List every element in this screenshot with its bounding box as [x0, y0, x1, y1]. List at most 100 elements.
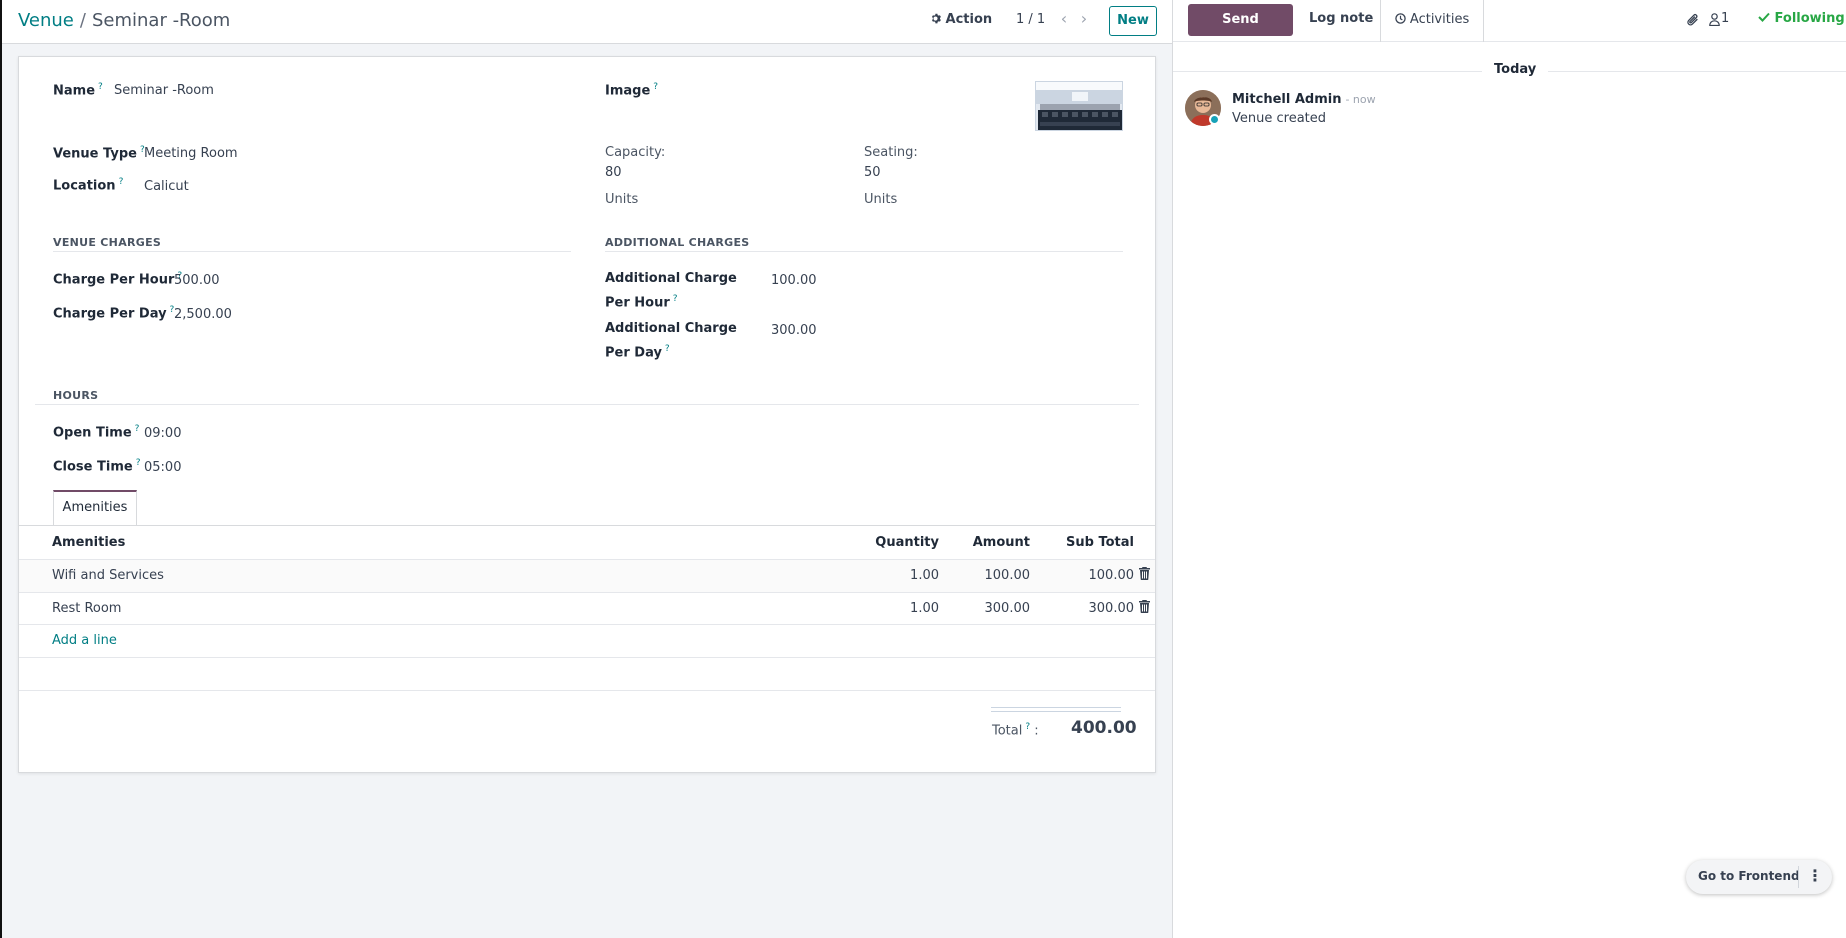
close-time-field[interactable]: 05:00 — [144, 460, 181, 475]
go-to-frontend-button[interactable]: Go to Frontend — [1698, 869, 1800, 883]
additional-charge-per-day-field[interactable]: 300.00 — [771, 323, 817, 338]
empty-row — [19, 657, 1155, 690]
followers-count[interactable]: 1 — [1721, 11, 1729, 26]
paperclip-icon[interactable] — [1686, 12, 1700, 32]
help-icon[interactable]: ? — [673, 294, 678, 304]
control-panel: Venue / Seminar -Room Action 1 / 1 ‹ › New — [2, 0, 1172, 44]
amenity-amount: 100.00 — [984, 568, 1031, 583]
table-row[interactable]: Rest Room 1.00 300.00 300.00 — [19, 592, 1155, 625]
amenity-subtotal: 300.00 — [1088, 601, 1135, 616]
capacity-units: Units — [605, 192, 639, 207]
trash-icon[interactable] — [1139, 567, 1151, 581]
breadcrumb: Venue / Seminar -Room — [18, 10, 230, 31]
following-button[interactable]: Following — [1758, 11, 1845, 26]
gear-icon — [930, 12, 946, 27]
column-header-amenities[interactable]: Amenities — [52, 535, 125, 550]
clock-icon — [1395, 12, 1410, 27]
help-icon[interactable]: ? — [136, 458, 141, 468]
pager-value[interactable]: 1 / 1 — [1016, 12, 1045, 27]
close-time-label: Close Time? — [53, 458, 141, 475]
form-view: Name? Seminar -Room Image? Venue Type ? … — [2, 44, 1172, 938]
log-note-button[interactable]: Log note — [1309, 11, 1373, 26]
help-icon[interactable]: ? — [135, 424, 140, 434]
new-button[interactable]: New — [1109, 6, 1157, 36]
frontend-divider — [1798, 866, 1799, 888]
total-label: Total? : — [992, 722, 1039, 739]
tab-divider — [19, 525, 1155, 526]
trash-icon[interactable] — [1139, 600, 1151, 614]
hours-heading: HOURS — [53, 389, 99, 402]
column-header-amount[interactable]: Amount — [939, 535, 1030, 550]
name-label: Name? — [53, 82, 103, 99]
location-label: Location? — [53, 177, 124, 194]
message-body: Venue created — [1232, 111, 1327, 126]
venue-type-label: Venue Type? — [53, 145, 145, 162]
total-divider — [991, 707, 1121, 708]
additional-charge-per-day-label: Additional Charge Per Day? — [605, 321, 737, 361]
total-value: 400.00 — [1071, 718, 1137, 738]
additional-charges-divider — [605, 251, 1123, 252]
charge-per-day-label: Charge Per Day? — [53, 305, 175, 322]
amenity-subtotal: 100.00 — [1088, 568, 1135, 583]
column-header-subtotal[interactable]: Sub Total — [1030, 535, 1134, 550]
help-icon[interactable]: ? — [1025, 722, 1030, 732]
seating-label: Seating: — [864, 145, 918, 160]
charge-per-day-field[interactable]: 2,500.00 — [174, 307, 232, 322]
venue-image[interactable] — [1035, 81, 1123, 131]
amenity-amount: 300.00 — [984, 601, 1031, 616]
activities-label: Activities — [1409, 12, 1470, 27]
date-separator: Today — [1482, 62, 1549, 77]
additional-charge-per-hour-field[interactable]: 100.00 — [771, 273, 817, 288]
table-bottom-border — [19, 690, 1155, 691]
seating-units: Units — [864, 192, 898, 207]
additional-charge-per-hour-label: Additional Charge Per Hour? — [605, 271, 737, 311]
following-label: Following — [1774, 11, 1845, 26]
image-label: Image? — [605, 82, 659, 99]
add-line-link[interactable]: Add a line — [52, 633, 117, 648]
help-icon[interactable]: ? — [119, 177, 124, 187]
location-field[interactable]: Calicut — [144, 179, 189, 194]
action-button[interactable]: Action — [930, 12, 992, 27]
amenity-quantity: 1.00 — [910, 601, 939, 616]
amenity-quantity: 1.00 — [910, 568, 939, 583]
form-sheet: Name? Seminar -Room Image? Venue Type ? … — [18, 56, 1156, 773]
chevron-right-icon[interactable]: › — [1076, 10, 1092, 30]
help-icon[interactable]: ? — [98, 82, 103, 92]
seating-field[interactable]: 50 — [864, 165, 881, 180]
message-time: - now — [1345, 93, 1376, 106]
open-time-label: Open Time? — [53, 424, 140, 441]
chatter-panel: Send message Log note Activities 1 Follo… — [1172, 0, 1846, 938]
online-status-dot — [1209, 114, 1220, 125]
activities-button[interactable]: Activities — [1380, 0, 1484, 42]
message-author: Mitchell Admin - now — [1232, 92, 1376, 107]
action-label: Action — [945, 12, 993, 27]
hours-divider — [35, 404, 1139, 405]
chevron-left-icon[interactable]: ‹ — [1056, 10, 1072, 30]
chatter-topbar: Send message Log note Activities 1 Follo… — [1173, 0, 1846, 59]
help-icon[interactable]: ? — [665, 344, 670, 354]
breadcrumb-separator: / — [79, 10, 86, 31]
amenity-name: Wifi and Services — [52, 568, 164, 583]
go-to-frontend-widget: Go to Frontend ⋮ — [1686, 860, 1832, 894]
charge-per-hour-field[interactable]: 500.00 — [174, 273, 220, 288]
charge-per-hour-label: Charge Per Hour? — [53, 271, 183, 288]
breadcrumb-venue-link[interactable]: Venue — [18, 10, 74, 31]
venue-charges-heading: VENUE CHARGES — [53, 236, 162, 249]
name-field[interactable]: Seminar -Room — [114, 83, 214, 98]
add-line-row: Add a line — [19, 624, 1155, 657]
user-icon[interactable] — [1709, 13, 1720, 30]
capacity-field[interactable]: 80 — [605, 165, 622, 180]
breadcrumb-current: Seminar -Room — [91, 10, 231, 31]
total-divider — [991, 711, 1121, 712]
send-message-button[interactable]: Send message — [1188, 4, 1293, 59]
table-row[interactable]: Wifi and Services 1.00 100.00 100.00 — [19, 559, 1155, 592]
check-icon — [1758, 11, 1775, 26]
amenity-name: Rest Room — [52, 601, 122, 616]
kebab-icon[interactable]: ⋮ — [1804, 866, 1826, 888]
column-header-quantity[interactable]: Quantity — [849, 535, 939, 550]
tab-amenities[interactable]: Amenities — [53, 490, 137, 526]
venue-type-field[interactable]: Meeting Room — [144, 146, 238, 161]
capacity-label: Capacity: — [605, 145, 666, 160]
help-icon[interactable]: ? — [653, 82, 658, 92]
open-time-field[interactable]: 09:00 — [144, 426, 181, 441]
